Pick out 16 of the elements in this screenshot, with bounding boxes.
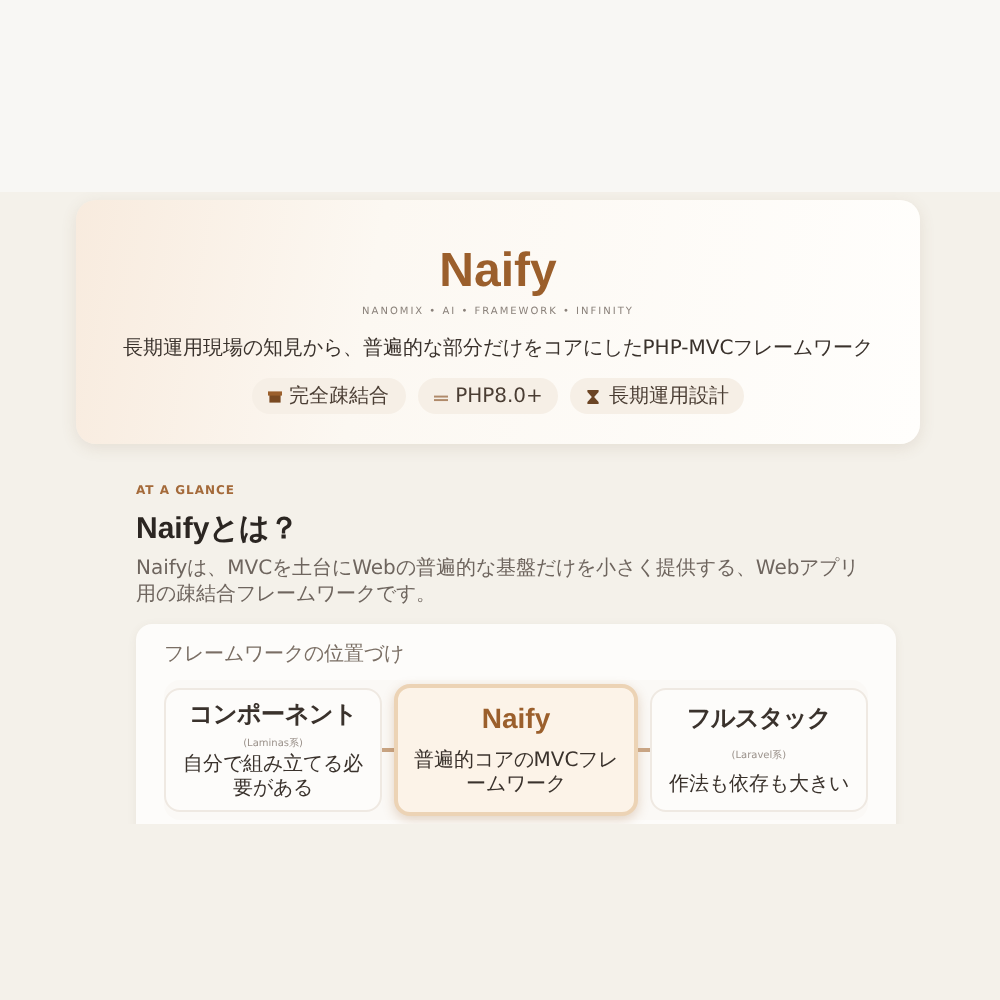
node-title: コンポーネント: [189, 698, 358, 732]
subtitle: 長期運用現場の知見から、普遍的な部分だけをコアにしたPHP-MVCフレームワーク: [122, 335, 874, 362]
node-note: 自分で組み立てる必要がある: [181, 754, 366, 802]
badge-label: 完全疎結合: [289, 383, 390, 410]
diagram-caption: フレームワークの位置づけ: [164, 641, 406, 668]
badge-label: PHP8.0+: [455, 385, 543, 407]
badge-label: 長期運用設計: [608, 383, 729, 410]
node-note: 作法も依存も大きい: [666, 774, 851, 798]
logo-text: Naify: [439, 244, 557, 300]
box-icon: [267, 389, 282, 403]
section-description: Naifyは、MVCを土台にWebの普遍的な基盤だけを小さく提供する、Webアプリ用の疎結合フレームワークです。: [136, 556, 862, 608]
hourglass-icon: [586, 389, 601, 403]
node-title: フルスタック: [686, 702, 831, 736]
node-note: 普遍的コアのMVCフレームワーク: [411, 750, 621, 798]
section-title: Naifyとは？: [136, 510, 302, 548]
node-title: Naify: [481, 702, 551, 734]
